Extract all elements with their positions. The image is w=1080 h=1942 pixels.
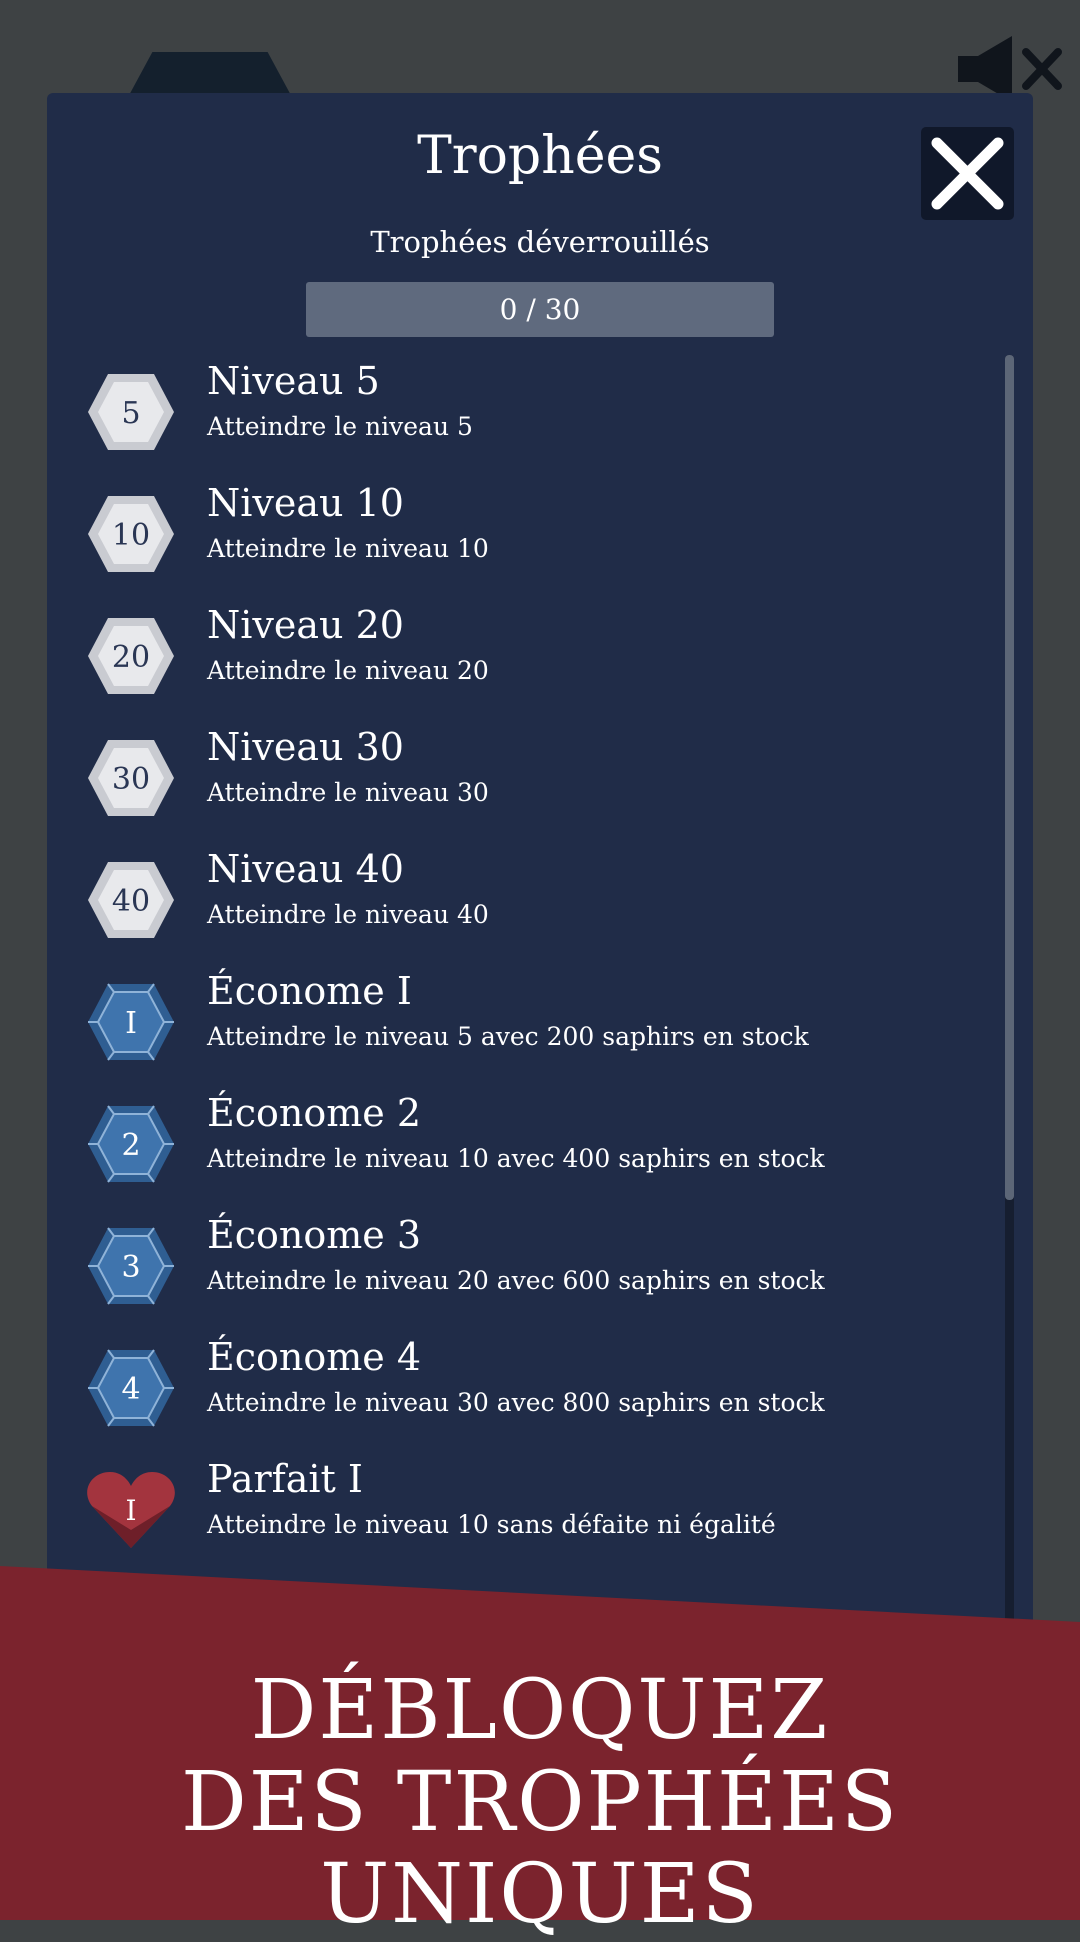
trophy-item[interactable]: 30 Niveau 30 Atteindre le niveau 30: [0, 718, 1000, 840]
silver-hexagon-badge-icon: 20: [88, 618, 174, 694]
trophy-item[interactable]: 40 Niveau 40 Atteindre le niveau 40: [0, 840, 1000, 962]
trophy-title: Niveau 5: [207, 359, 380, 403]
trophy-item[interactable]: 20 Niveau 20 Atteindre le niveau 20: [0, 596, 1000, 718]
banner-line-1: DÉBLOQUEZ: [250, 1663, 830, 1758]
badge-label: I: [125, 1006, 137, 1041]
badge-label: 30: [112, 762, 150, 797]
trophy-item[interactable]: 10 Niveau 10 Atteindre le niveau 10: [0, 474, 1000, 596]
trophy-item[interactable]: 4 Économe 4 Atteindre le niveau 30 avec 80…: [0, 1328, 1000, 1450]
trophy-title: Économe I: [207, 969, 412, 1013]
banner-line-2: DES TROPHÉES UNIQUES: [180, 1755, 900, 1942]
sapphire-hexagon-badge-icon: I: [88, 983, 174, 1061]
promo-banner-text: DÉBLOQUEZ DES TROPHÉES UNIQUES: [0, 1665, 1080, 1941]
trophy-item[interactable]: 3 Économe 3 Atteindre le niveau 20 avec 60…: [0, 1206, 1000, 1328]
silver-hexagon-badge-icon: 10: [88, 496, 174, 572]
silver-hexagon-badge-icon: 40: [88, 862, 174, 938]
badge-label: 4: [121, 1372, 140, 1407]
trophy-item[interactable]: 2 Économe 2 Atteindre le niveau 10 avec 40…: [0, 1084, 1000, 1206]
badge-label: I: [125, 1494, 136, 1527]
trophy-description: Atteindre le niveau 20: [207, 656, 489, 685]
badge-label: 2: [121, 1128, 140, 1163]
trophy-description: Atteindre le niveau 10: [207, 534, 489, 563]
trophy-description: Atteindre le niveau 5 avec 200 saphirs e…: [207, 1022, 809, 1051]
trophy-description: Atteindre le niveau 5: [207, 412, 473, 441]
trophy-title: Économe 2: [207, 1091, 422, 1135]
trophy-description: Atteindre le niveau 10 avec 400 saphirs …: [207, 1144, 825, 1173]
trophy-item[interactable]: I Économe I Atteindre le niveau 5 avec 200…: [0, 962, 1000, 1084]
badge-label: 5: [121, 396, 140, 431]
trophy-title: Économe 4: [207, 1335, 422, 1379]
trophy-title: Économe 3: [207, 1213, 422, 1257]
trophy-title: Niveau 10: [207, 481, 404, 525]
sapphire-hexagon-badge-icon: 2: [88, 1105, 174, 1183]
trophy-title: Niveau 30: [207, 725, 404, 769]
trophy-title: Niveau 20: [207, 603, 404, 647]
badge-label: 10: [112, 518, 150, 553]
trophy-description: Atteindre le niveau 30: [207, 778, 489, 807]
trophy-description: Atteindre le niveau 30 avec 800 saphirs …: [207, 1388, 825, 1417]
badge-label: 3: [121, 1250, 140, 1285]
trophy-title: Parfait I: [207, 1457, 363, 1501]
silver-hexagon-badge-icon: 5: [88, 374, 174, 450]
badge-label: 40: [112, 884, 150, 919]
trophy-description: Atteindre le niveau 10 sans défaite ni é…: [207, 1510, 776, 1539]
trophy-description: Atteindre le niveau 20 avec 600 saphirs …: [207, 1266, 825, 1295]
trophy-description: Atteindre le niveau 40: [207, 900, 489, 929]
trophy-title: Niveau 40: [207, 847, 404, 891]
trophy-item[interactable]: I Parfait I Atteindre le niveau 10 sans dé…: [0, 1450, 1000, 1572]
silver-hexagon-badge-icon: 30: [88, 740, 174, 816]
ruby-heart-badge-icon: I: [87, 1472, 175, 1548]
trophy-item[interactable]: 5 Niveau 5 Atteindre le niveau 5: [0, 352, 1000, 474]
badge-label: 20: [112, 640, 150, 675]
sapphire-hexagon-badge-icon: 3: [88, 1227, 174, 1305]
sapphire-hexagon-badge-icon: 4: [88, 1349, 174, 1427]
